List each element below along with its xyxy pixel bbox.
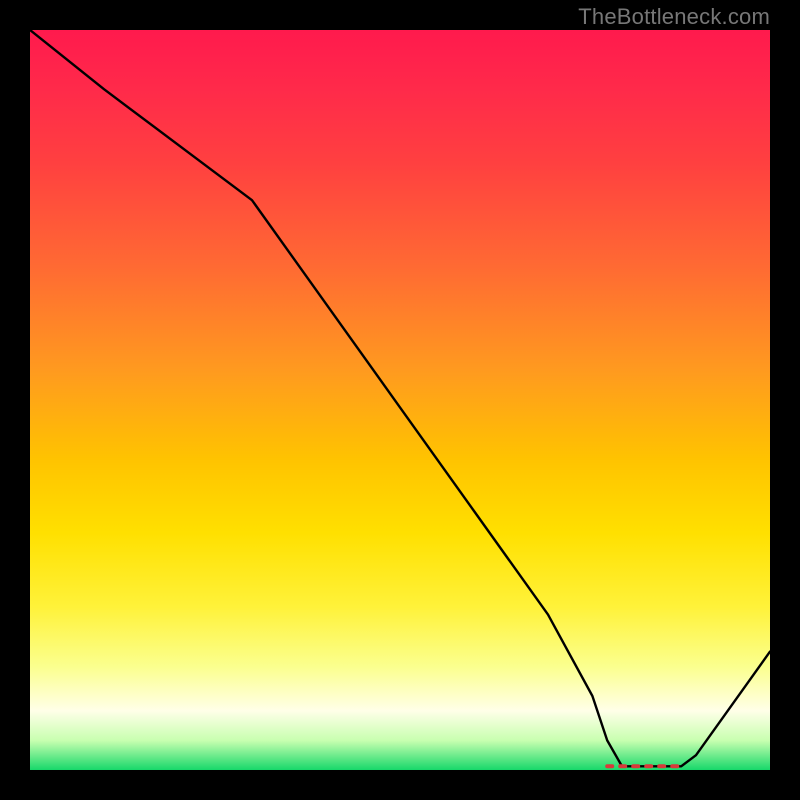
chart-svg (30, 30, 770, 770)
plot-area (30, 30, 770, 770)
watermark-text: TheBottleneck.com (578, 4, 770, 30)
chart-frame: TheBottleneck.com (0, 0, 800, 800)
main-curve-path (30, 30, 770, 766)
